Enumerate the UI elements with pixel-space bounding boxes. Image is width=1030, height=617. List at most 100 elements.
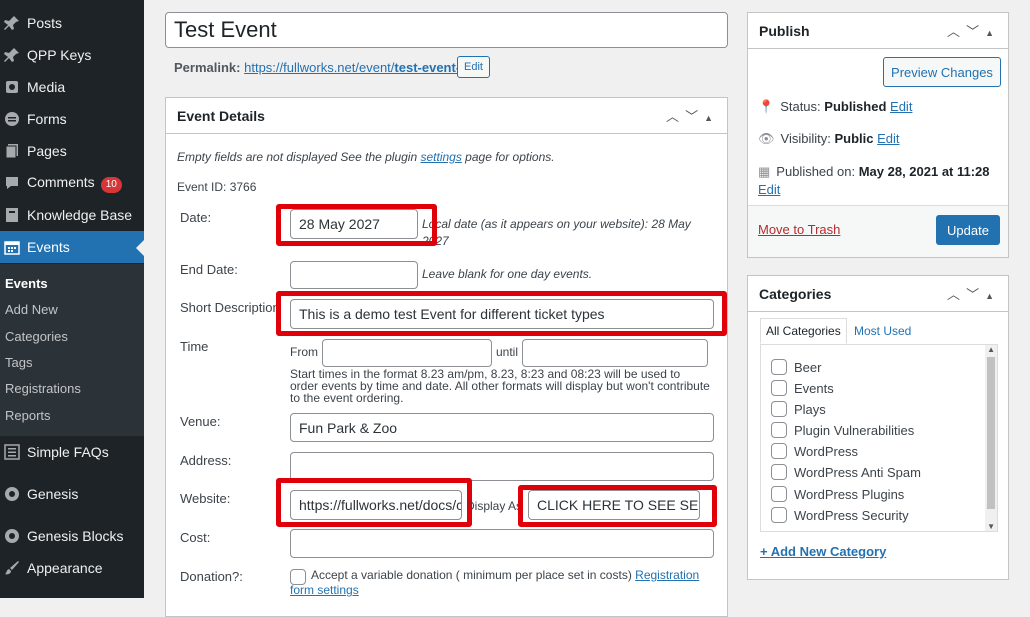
visibility-value: Public — [834, 131, 874, 146]
category-checkbox[interactable] — [771, 380, 787, 396]
add-new-category-link[interactable]: + Add New Category — [760, 544, 886, 559]
category-checkbox[interactable] — [771, 507, 787, 523]
notice-text-suffix: page for options. — [461, 150, 555, 164]
publish-panel: Publish ︿﹀▲ Preview Changes 📍 Status: Pub… — [747, 12, 1009, 258]
comment-count-badge: 10 — [100, 176, 122, 193]
toggle-panel-icon[interactable]: ▲ — [704, 113, 719, 123]
category-label: WordPress Security — [794, 507, 909, 523]
update-button[interactable]: Update — [936, 215, 1000, 245]
address-input[interactable] — [290, 452, 714, 481]
chevron-up-icon[interactable]: ︿ — [947, 287, 966, 302]
permalink-label: Permalink: — [174, 60, 241, 75]
submenu-item-categories[interactable]: Categories — [5, 329, 68, 344]
post-title-input[interactable]: Test Event — [165, 12, 728, 48]
chevron-up-icon[interactable]: ︿ — [666, 109, 685, 124]
edit-visibility-link[interactable]: Edit — [877, 131, 899, 146]
donation-description: Accept a variable donation ( minimum per… — [311, 568, 636, 582]
list-icon — [4, 444, 20, 460]
panel-header: Event Details ︿﹀▲ — [166, 98, 727, 134]
category-item[interactable]: WordPress Plugins — [771, 486, 904, 502]
sidebar-item-pages[interactable]: Pages — [0, 135, 144, 167]
category-item[interactable]: WordPress — [771, 443, 858, 459]
time-from-label: From — [290, 345, 318, 359]
submenu-item-tags[interactable]: Tags — [5, 355, 32, 370]
category-item[interactable]: Plays — [771, 401, 826, 417]
time-label: Time — [180, 339, 209, 354]
sidebar-item-genesis[interactable]: Genesis — [0, 478, 144, 510]
category-checkbox[interactable] — [771, 401, 787, 417]
time-until-input[interactable] — [522, 339, 708, 367]
sidebar-item-label: Genesis Blocks — [27, 528, 124, 544]
tab-all-categories[interactable]: All Categories — [760, 318, 847, 344]
scroll-thumb[interactable] — [987, 357, 995, 509]
category-item[interactable]: WordPress Security — [771, 507, 909, 523]
calendar-icon — [4, 239, 20, 255]
sidebar-item-qpp-keys[interactable]: QPP Keys — [0, 39, 144, 71]
eye-icon: 👁 — [758, 131, 775, 146]
sidebar-item-media[interactable]: Media — [0, 71, 144, 103]
category-label: Beer — [794, 359, 822, 375]
category-item[interactable]: WordPress Anti Spam — [771, 464, 921, 480]
chevron-down-icon[interactable]: ﹀ — [685, 109, 704, 124]
sidebar-item-simple-faqs[interactable]: Simple FAQs — [0, 436, 144, 468]
date-label: Date: — [180, 210, 212, 225]
submenu-item-registrations[interactable]: Registrations — [5, 381, 81, 396]
scroll-down-icon[interactable]: ▼ — [987, 522, 995, 531]
sidebar-item-label: Simple FAQs — [27, 444, 109, 460]
category-checkbox[interactable] — [771, 443, 787, 459]
sidebar-item-posts[interactable]: Posts — [0, 7, 144, 39]
time-from-input[interactable] — [322, 339, 492, 367]
sidebar-item-genesis-blocks[interactable]: Genesis Blocks — [0, 520, 144, 552]
tab-most-used[interactable]: Most Used — [849, 318, 916, 344]
venue-input[interactable]: Fun Park & Zoo — [290, 413, 714, 442]
category-scrollbar[interactable]: ▲ ▼ — [985, 345, 997, 531]
sidebar-item-knowledge-base[interactable]: Knowledge Base — [0, 199, 144, 231]
settings-link[interactable]: settings — [420, 150, 461, 164]
sidebar-item-label: Knowledge Base — [27, 207, 133, 223]
preview-changes-button[interactable]: Preview Changes — [883, 57, 1001, 87]
category-label: WordPress Anti Spam — [794, 464, 921, 480]
category-item[interactable]: Beer — [771, 359, 821, 375]
notice-text: Empty fields are not displayed See the p… — [177, 150, 421, 164]
sidebar-item-label: Genesis — [27, 486, 79, 502]
sidebar-item-appearance[interactable]: Appearance — [0, 552, 144, 584]
chevron-down-icon[interactable]: ﹀ — [966, 287, 985, 302]
highlight-box — [276, 478, 472, 527]
category-item[interactable]: Plugin Vulnerabilities — [771, 422, 914, 438]
permalink-base: https://fullworks.net/event/ — [244, 60, 395, 75]
chevron-up-icon[interactable]: ︿ — [947, 24, 966, 39]
scroll-up-icon[interactable]: ▲ — [987, 345, 995, 354]
category-checkbox[interactable] — [771, 464, 787, 480]
donation-label: Donation?: — [180, 569, 243, 584]
sidebar-item-forms[interactable]: Forms — [0, 103, 144, 135]
panel-title: Event Details — [177, 108, 265, 124]
sidebar-item-comments[interactable]: Comments 10 — [0, 167, 144, 199]
status-label: Status: — [780, 99, 821, 114]
published-label: Published on: — [776, 164, 856, 179]
category-checkbox[interactable] — [771, 359, 787, 375]
category-label: Plugin Vulnerabilities — [794, 422, 915, 438]
move-to-trash-link[interactable]: Move to Trash — [758, 222, 840, 237]
sidebar-item-events[interactable]: Events — [0, 231, 144, 263]
category-item[interactable]: Events — [771, 380, 834, 396]
time-help-text: Start times in the format 8.23 am/pm, 8.… — [290, 367, 710, 405]
chevron-down-icon[interactable]: ﹀ — [966, 24, 985, 39]
submenu-item-events[interactable]: Events — [5, 276, 48, 291]
category-label: Plays — [794, 401, 826, 417]
end-date-input[interactable] — [290, 261, 418, 289]
category-checkbox[interactable] — [771, 422, 787, 438]
edit-date-link[interactable]: Edit — [758, 182, 780, 197]
submenu-item-add-new[interactable]: Add New — [5, 302, 58, 317]
cost-input[interactable] — [290, 529, 714, 558]
highlight-box — [276, 204, 437, 246]
toggle-panel-icon[interactable]: ▲ — [985, 28, 1000, 38]
panel-header: Publish ︿﹀▲ — [748, 13, 1008, 49]
genesis-icon — [4, 486, 20, 502]
category-checkbox[interactable] — [771, 486, 787, 502]
permalink-link[interactable]: https://fullworks.net/event/test-event-3… — [244, 60, 471, 75]
submenu-item-reports[interactable]: Reports — [5, 408, 51, 423]
sidebar-item-label: Events — [27, 239, 70, 255]
edit-permalink-button[interactable]: Edit — [457, 56, 490, 78]
edit-status-link[interactable]: Edit — [890, 99, 912, 114]
toggle-panel-icon[interactable]: ▲ — [985, 291, 1000, 301]
